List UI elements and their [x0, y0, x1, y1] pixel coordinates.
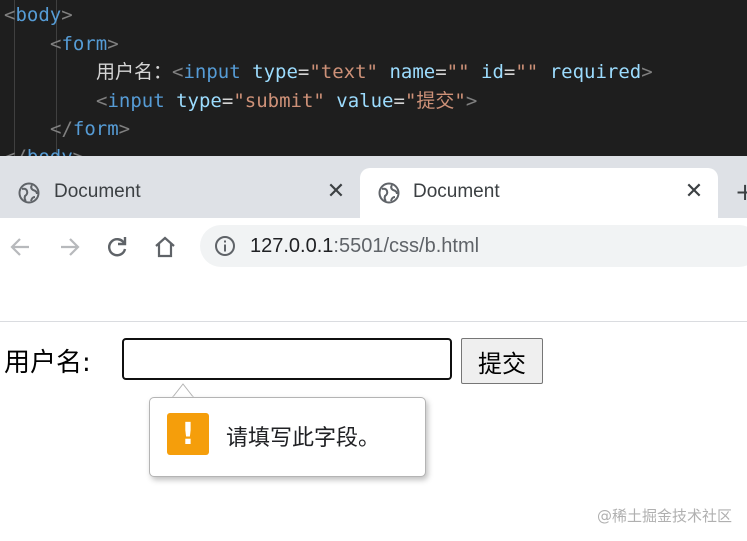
warning-icon: ! [167, 413, 209, 455]
tooltip-arrow [172, 383, 194, 398]
code-line-3: 用户名：<input type="text" name="" id="" req… [96, 61, 653, 83]
watermark: @稀土掘金技术社区 [596, 507, 732, 525]
tab-document-2[interactable]: Document ✕ [360, 168, 718, 218]
reload-icon[interactable] [104, 234, 130, 260]
tab-document-1[interactable]: Document ✕ [0, 168, 355, 218]
toolbar-divider [0, 321, 747, 322]
code-line-4: <input type="submit" value="提交"> [96, 90, 478, 112]
username-input[interactable] [122, 338, 452, 380]
validation-message: 请填写此字段。 [226, 426, 381, 451]
url-path: :5501/css/b.html [333, 235, 480, 257]
code-line-1: <body> [4, 4, 73, 26]
home-icon[interactable] [152, 234, 178, 260]
close-tab-icon[interactable]: ✕ [325, 180, 347, 202]
submit-button[interactable]: 提交 [461, 338, 543, 384]
code-line-2: <form> [50, 33, 119, 55]
forward-icon[interactable] [56, 234, 82, 260]
url-text: 127.0.0.1:5501/css/b.html [250, 235, 479, 257]
back-icon[interactable] [8, 234, 34, 260]
url-host: 127.0.0.1 [250, 235, 334, 257]
code-line-5: </form> [50, 118, 131, 140]
address-bar[interactable]: 127.0.0.1:5501/css/b.html [200, 225, 747, 267]
code-editor: <body> <form> 用户名：<input type="text" nam… [0, 0, 747, 156]
validation-tooltip: ! 请填写此字段。 [149, 397, 426, 477]
globe-icon [378, 182, 400, 204]
code-line-6: </body> [4, 143, 84, 156]
info-icon[interactable] [214, 235, 236, 257]
globe-icon [18, 182, 40, 204]
tab-strip: Document ✕ Document ✕ + [0, 156, 747, 218]
username-label: 用户名: [4, 348, 91, 378]
browser-window: Document ✕ Document ✕ + 127.0.0.1:5501/c… [0, 156, 747, 541]
browser-toolbar: 127.0.0.1:5501/css/b.html [0, 218, 747, 274]
new-tab-button[interactable]: + [735, 180, 747, 204]
tab-title: Document [54, 181, 141, 202]
close-tab-icon[interactable]: ✕ [683, 180, 705, 202]
tab-title: Document [413, 181, 500, 202]
